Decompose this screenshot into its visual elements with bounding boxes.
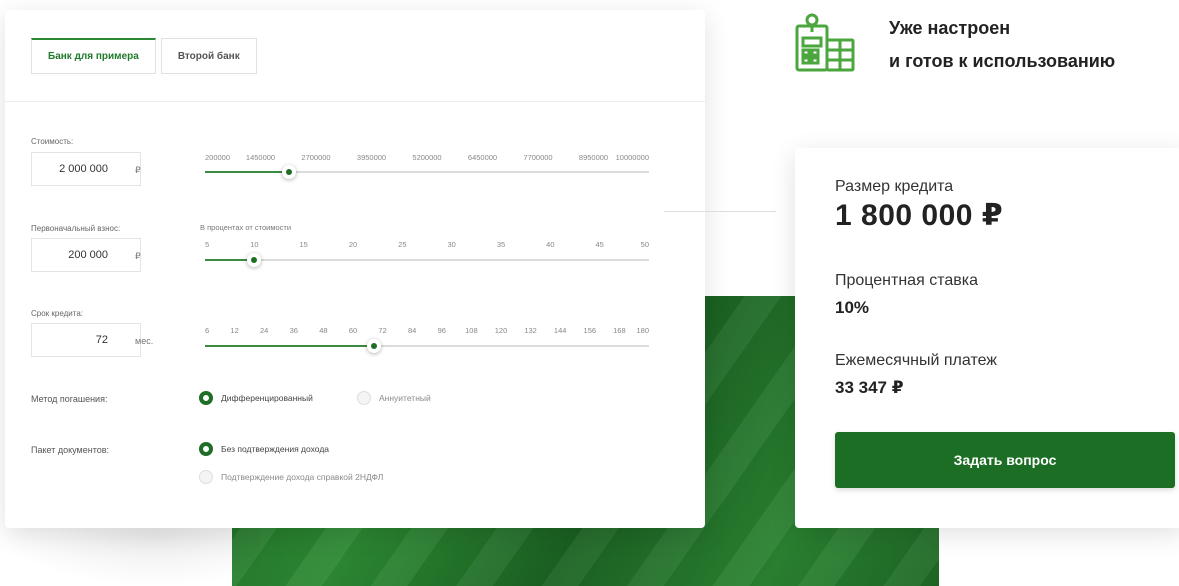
- tab-second-bank[interactable]: Второй банк: [160, 38, 257, 74]
- feature-text: Уже настроен и готов к использованию: [889, 12, 1115, 78]
- radio-label: Дифференцированный: [221, 393, 313, 403]
- scale-tick-label: 1450000: [245, 153, 276, 162]
- scale-tick-label: 30: [447, 240, 456, 249]
- radio-differentiated[interactable]: Дифференцированный: [199, 391, 313, 405]
- cost-slider-fill: [205, 171, 290, 173]
- scale-tick-label: 72: [378, 326, 387, 335]
- card-shadow: [0, 520, 260, 586]
- scale-tick-label: 24: [260, 326, 269, 335]
- scale-tick-label: 10: [250, 240, 259, 249]
- scale-tick-label: 5: [205, 240, 210, 249]
- scale-tick-label: 40: [546, 240, 555, 249]
- radio-label: Подтверждение дохода справкой 2НДФЛ: [221, 472, 384, 482]
- scale-tick-label: 120: [494, 326, 508, 335]
- scale-tick-label: 50: [640, 240, 649, 249]
- term-slider-track[interactable]: [205, 345, 649, 347]
- documents-label: Пакет документов:: [31, 445, 110, 455]
- scale-tick-label: 35: [496, 240, 506, 249]
- connector-line: [664, 211, 776, 212]
- cost-slider-track[interactable]: [205, 171, 649, 173]
- term-label: Срок кредита:: [31, 309, 84, 318]
- radio-annuity[interactable]: Аннуитетный: [357, 391, 431, 405]
- scale-tick-label: 20: [348, 240, 358, 249]
- scale-tick-label: 180: [636, 326, 649, 335]
- cost-slider-handle[interactable]: [282, 165, 297, 179]
- scale-tick-label: 12: [230, 326, 239, 335]
- down-payment-unit: ₽: [135, 251, 141, 261]
- loan-size-value: 1 800 000 ₽: [835, 199, 1004, 232]
- term-input[interactable]: 72: [31, 323, 141, 357]
- down-payment-input[interactable]: 200 000: [31, 238, 141, 272]
- scale-tick-label: 15: [299, 240, 308, 249]
- cost-input[interactable]: 2 000 000: [31, 152, 141, 186]
- monthly-payment-value: 33 347 ₽: [835, 378, 904, 397]
- scale-tick-label: 156: [583, 326, 597, 335]
- scale-tick-label: 96: [437, 326, 446, 335]
- calculator-document-icon: [794, 12, 856, 74]
- term-unit: мес.: [135, 336, 154, 346]
- rate-value: 10%: [835, 298, 870, 317]
- down-payment-slider-handle[interactable]: [246, 253, 261, 267]
- loan-size-label: Размер кредита: [835, 178, 954, 195]
- feature-line-1: Уже настроен: [889, 18, 1011, 38]
- radio-label: Без подтверждения дохода: [221, 444, 330, 454]
- scale-tick-label: 25: [398, 240, 407, 249]
- scale-tick-label: 8950000: [578, 153, 609, 162]
- scale-tick-label: 108: [465, 326, 478, 335]
- scale-tick-label: 200000: [205, 153, 231, 162]
- scale-tick-label: 5200000: [412, 153, 442, 162]
- radio-label: Аннуитетный: [379, 393, 431, 403]
- tabs-divider: [5, 101, 705, 102]
- term-scale: 6 12 24 36 48 60 72 84 96 108 120 132 144 156 168 180: [205, 326, 649, 336]
- scale-tick-label: 84: [408, 326, 417, 335]
- scale-tick-label: 6450000: [467, 153, 498, 162]
- radio-dot: [357, 391, 371, 405]
- radio-no-income-proof[interactable]: Без подтверждения дохода: [199, 442, 329, 456]
- scale-tick-label: 36: [289, 326, 298, 335]
- scale-tick-label: 144: [553, 326, 567, 335]
- term-slider-fill: [205, 345, 374, 347]
- repayment-label: Метод погашения:: [31, 394, 108, 404]
- radio-income-proof-2ndfl[interactable]: Подтверждение дохода справкой 2НДФЛ: [199, 470, 383, 484]
- result-card: Размер кредита 1 800 000 ₽ Процентная ст…: [795, 148, 1179, 528]
- scale-tick-label: 2700000: [301, 153, 331, 162]
- scale-tick-label: 168: [613, 326, 626, 335]
- monthly-payment-label: Ежемесячный платеж: [835, 352, 998, 369]
- scale-tick-label: 60: [348, 326, 358, 335]
- scale-tick-label: 7700000: [523, 153, 553, 162]
- percent-hint: В процентах от стоимости: [200, 223, 292, 232]
- rate-label: Процентная ставка: [835, 272, 978, 289]
- ask-question-button[interactable]: Задать вопрос: [835, 432, 1175, 488]
- down-payment-scale: 5 10 15 20 25 30 35 40 45 50: [205, 240, 649, 250]
- scale-tick-label: 6: [205, 326, 210, 335]
- down-payment-slider-track[interactable]: [205, 259, 649, 261]
- radio-dot: [199, 391, 213, 405]
- scale-tick-label: 48: [319, 326, 328, 335]
- scale-tick-label: 10000000: [615, 153, 649, 162]
- cost-unit: ₽: [135, 165, 141, 175]
- radio-dot: [199, 470, 213, 484]
- feature-line-2: и готов к использованию: [889, 51, 1116, 71]
- cost-scale: 200000 1450000 2700000 3950000 5200000 645000…: [205, 153, 649, 163]
- radio-dot: [199, 442, 213, 456]
- down-payment-label: Первоначальный взнос:: [31, 224, 121, 233]
- bank-tabs: Банк для примера Второй банк: [31, 38, 257, 74]
- tab-example-bank[interactable]: Банк для примера: [31, 38, 156, 74]
- scale-tick-label: 132: [524, 326, 537, 335]
- term-slider-handle[interactable]: [366, 339, 381, 353]
- scale-tick-label: 3950000: [356, 153, 387, 162]
- cost-label: Стоимость:: [31, 137, 74, 146]
- calculator-card: Банк для примера Второй банк Стоимость: …: [5, 10, 705, 528]
- scale-tick-label: 45: [595, 240, 604, 249]
